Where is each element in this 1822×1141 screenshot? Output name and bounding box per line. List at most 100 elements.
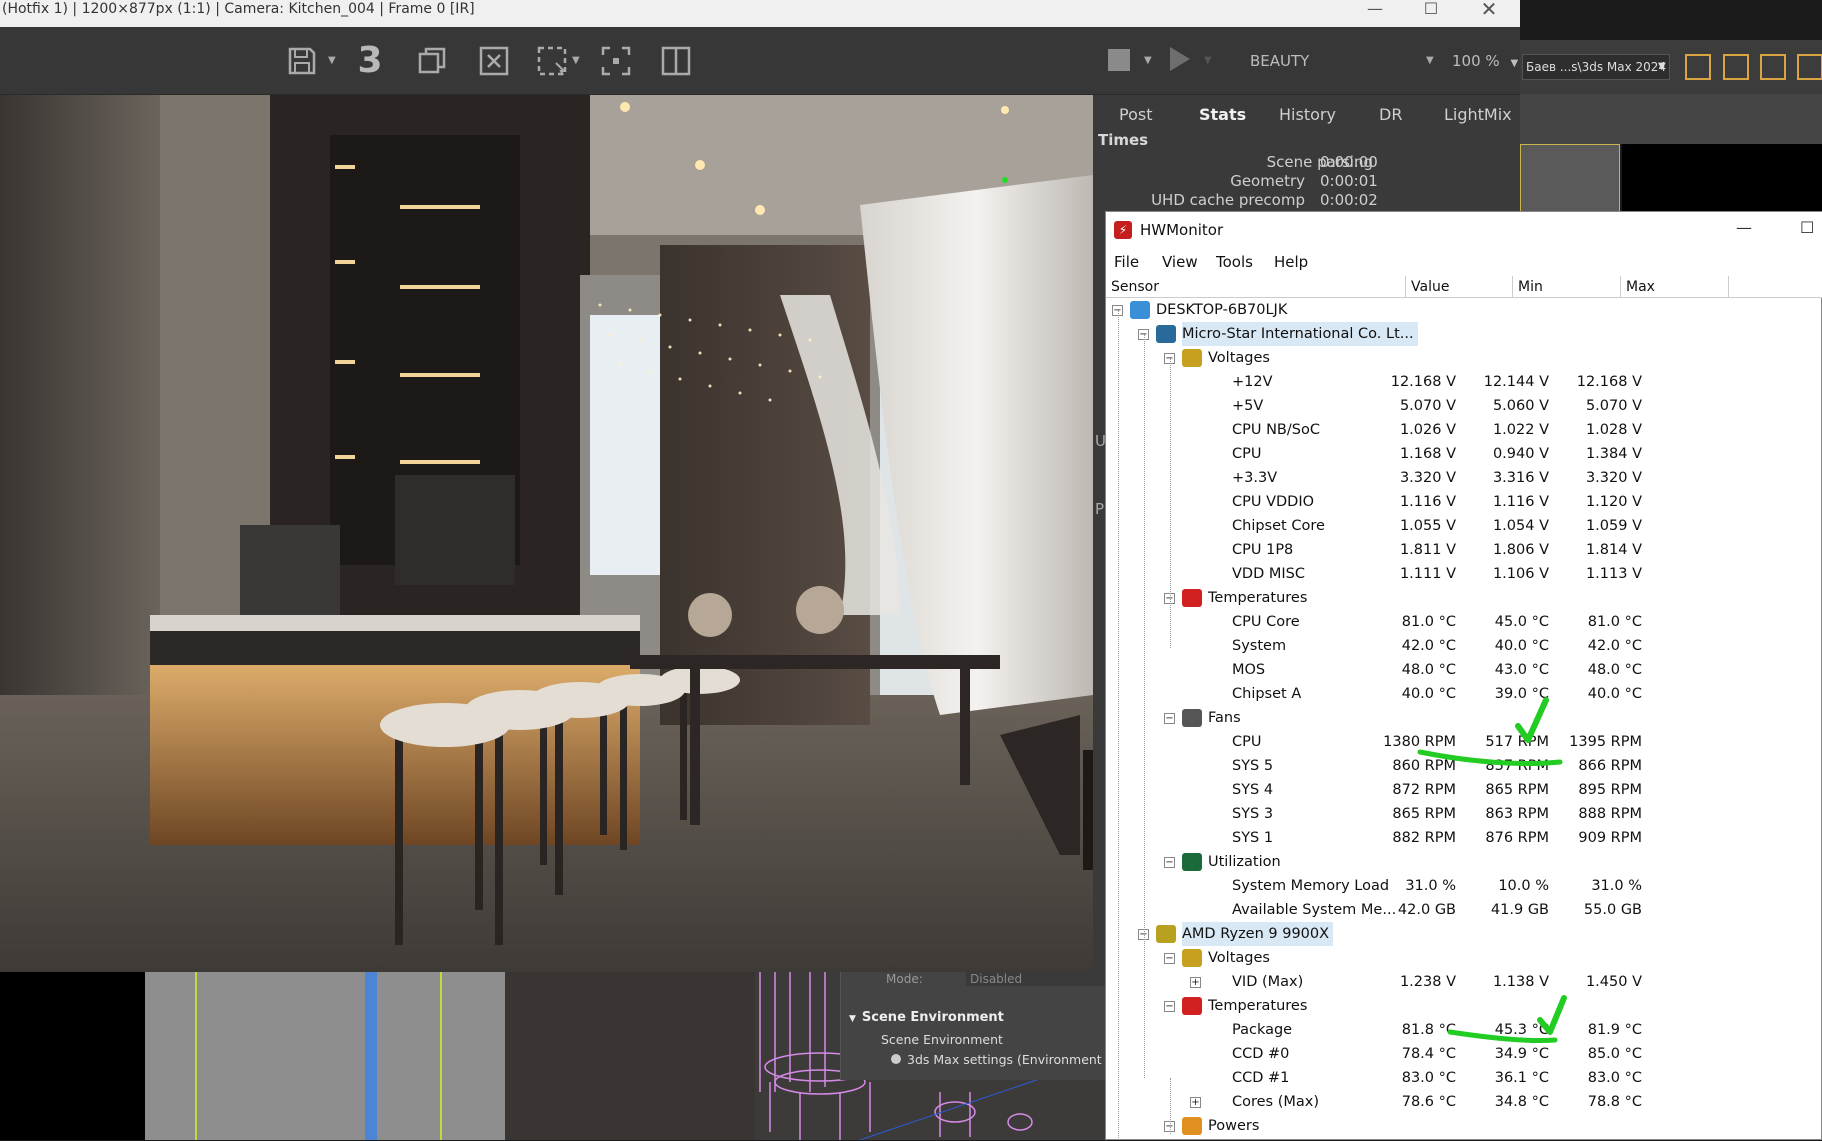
sensor-group-row[interactable]: − Voltages [1106,346,1822,370]
sensor-value: 3.320 V [1399,470,1456,486]
project-path-select[interactable]: Баев ...s\3ds Max 2024 [1522,54,1670,80]
render-production-icon[interactable] [1760,54,1786,80]
sensor-min: 34.8 °C [1494,1094,1549,1110]
compare-icon[interactable] [656,41,696,81]
tree-guide [1144,334,1145,1078]
render-frame-icon[interactable] [1723,54,1749,80]
sensor-row[interactable]: CPU NB/SoC 1.026 V 1.022 V 1.028 V [1106,418,1822,442]
annotation-marks [1417,697,1567,1044]
menu-file[interactable]: File [1114,253,1139,271]
sensor-min: 45.0 °C [1494,614,1549,630]
collapse-icon: ▼ [849,1014,856,1024]
side-letter: P [1095,500,1105,518]
sensor-row[interactable]: Chipset Core 1.055 V 1.054 V 1.059 V [1106,514,1822,538]
chevron-down-icon[interactable]: ▼ [1204,41,1216,81]
expand-icon[interactable]: + [1190,977,1201,988]
menu-view[interactable]: View [1162,253,1198,271]
checkmark-icon [1515,697,1549,743]
maximize-button[interactable]: ☐ [1408,0,1454,27]
tab-dr[interactable]: DR [1379,105,1402,129]
stats-section-title: Times [1098,131,1149,149]
sensor-row[interactable]: CPU 1.168 V 0.940 V 1.384 V [1106,442,1822,466]
sensor-label: CPU Core [1232,614,1300,630]
channel-value: BEAUTY [1250,52,1310,70]
mode-select[interactable]: Disabled [966,972,1105,986]
max-viewport-dark [1622,144,1822,212]
sensor-max: 42.0 °C [1587,638,1642,654]
collapse-icon[interactable]: − [1164,1001,1175,1012]
motherboard-icon [1156,325,1176,343]
voltage-icon [1182,349,1202,367]
sensor-group-row[interactable]: − Micro-Star International Co. Lt... [1106,322,1822,346]
save-icon[interactable] [282,41,322,81]
region-render-icon[interactable] [532,41,572,81]
stop-icon[interactable] [1108,49,1130,71]
max-viewport[interactable]: Mode: Disabled ▼ Scene Environment Scene … [0,972,1105,1140]
voltage-icon [1182,949,1202,967]
column-value[interactable]: Value [1406,276,1513,298]
environment-option[interactable]: 3ds Max settings (Environment ta [891,1052,1105,1067]
sensor-row[interactable]: + Cores (Max) 78.6 °C 34.8 °C 78.8 °C [1106,1090,1822,1114]
sensor-row[interactable]: CPU 1P8 1.811 V 1.806 V 1.814 V [1106,538,1822,562]
group-label: Scene Environment [861,1010,1004,1025]
sensor-group-row[interactable]: − Temperatures [1106,586,1822,610]
scene-environment-group[interactable]: ▼ Scene Environment [849,1010,1004,1025]
sensor-value: 1.116 V [1399,494,1456,510]
close-button[interactable]: ✕ [1466,0,1512,27]
tab-stats[interactable]: Stats [1199,105,1246,129]
minimize-button[interactable]: — [1736,218,1752,237]
tab-lightmix[interactable]: LightMix [1444,105,1512,129]
zoom-value: 100 % [1452,52,1500,70]
menu-tools[interactable]: Tools [1216,253,1253,271]
tree-guide [1118,310,1119,1141]
collapse-icon[interactable]: − [1164,713,1175,724]
sensor-max: 48.0 °C [1587,662,1642,678]
sensor-min: 1.806 V [1492,542,1549,558]
sensor-row[interactable]: System 42.0 °C 40.0 °C 42.0 °C [1106,634,1822,658]
chevron-down-icon[interactable]: ▼ [1658,54,1666,80]
sensor-row[interactable]: VDD MISC 1.111 V 1.106 V 1.113 V [1106,562,1822,586]
chevron-down-icon[interactable]: ▼ [572,41,584,81]
column-min[interactable]: Min [1513,276,1621,298]
clear-image-icon[interactable] [474,41,514,81]
annotation-underline [1447,1029,1558,1044]
render-setup-icon[interactable] [1685,54,1711,80]
channel-select[interactable]: BEAUTY ▼ [1250,41,1440,81]
column-sensor[interactable]: Sensor [1106,276,1406,298]
expand-icon[interactable]: + [1190,1097,1201,1108]
chevron-down-icon[interactable]: ▼ [328,41,340,81]
collapse-icon[interactable]: − [1164,953,1175,964]
duplicate-icon[interactable] [412,41,452,81]
collapse-icon[interactable]: − [1164,857,1175,868]
sensor-group-row[interactable]: − DESKTOP-6B70LJK [1106,298,1822,322]
render-activeshade-icon[interactable] [1797,54,1822,80]
sensor-row[interactable]: +3.3V 3.320 V 3.316 V 3.320 V [1106,466,1822,490]
zoom-select[interactable]: 100 % ▼ [1452,41,1520,81]
sensor-min: 1.116 V [1492,494,1549,510]
hwm-menu-bar: File View Tools Help [1106,250,1822,276]
annotation-underline [1417,749,1563,767]
sensor-row[interactable]: MOS 48.0 °C 43.0 °C 48.0 °C [1106,658,1822,682]
tab-post[interactable]: Post [1119,105,1152,129]
sensor-row[interactable]: +5V 5.070 V 5.060 V 5.070 V [1106,394,1822,418]
history-count[interactable]: 3 [350,41,390,81]
stats-value: 0:00:00 [1320,153,1378,171]
column-max[interactable]: Max [1621,276,1729,298]
sensor-max: 1.814 V [1585,542,1642,558]
tab-history[interactable]: History [1279,105,1336,129]
viewport-selected-line [365,972,377,1140]
track-mouse-icon[interactable] [596,41,636,81]
play-icon[interactable] [1170,47,1190,71]
minimize-button[interactable]: — [1352,0,1398,27]
sensor-group-row[interactable]: − Powers [1106,1114,1822,1138]
sensor-row[interactable]: CPU VDDIO 1.116 V 1.116 V 1.120 V [1106,490,1822,514]
menu-help[interactable]: Help [1274,253,1308,271]
chevron-down-icon[interactable]: ▼ [1144,41,1156,81]
sensor-row[interactable]: +12V 12.168 V 12.144 V 12.168 V [1106,370,1822,394]
maximize-button[interactable]: ☐ [1800,218,1814,237]
sensor-label: CPU [1232,446,1262,462]
max-viewport-thumb[interactable] [1520,144,1620,212]
sensor-value: 1.026 V [1399,422,1456,438]
sensor-label: SYS 3 [1232,806,1274,822]
sensor-row[interactable]: CPU Core 81.0 °C 45.0 °C 81.0 °C [1106,610,1822,634]
